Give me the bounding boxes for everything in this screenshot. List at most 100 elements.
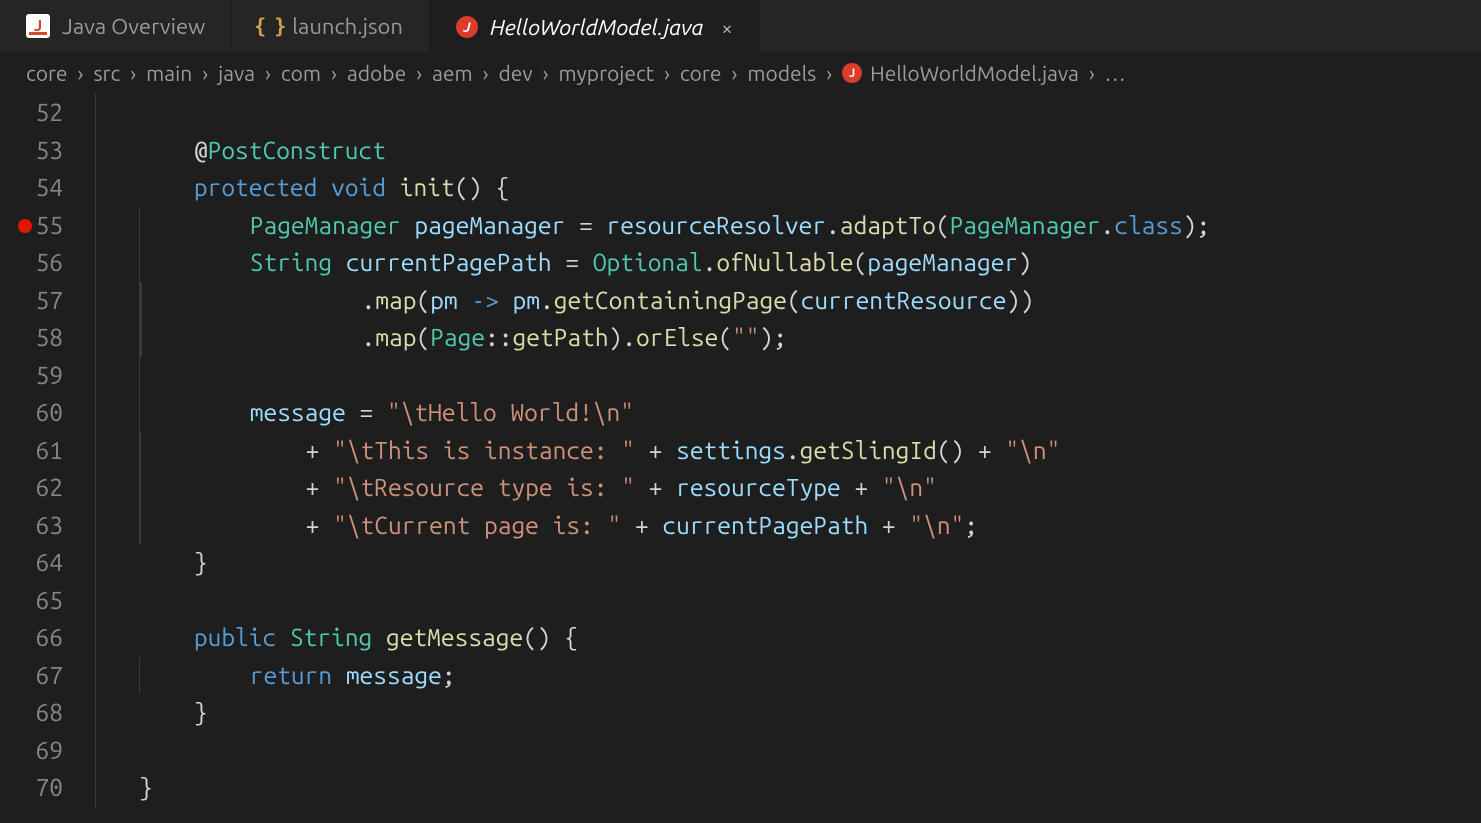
indent-guides (95, 207, 139, 245)
code-content[interactable]: .map(pm -> pm.getContainingPage(currentR… (139, 282, 1481, 320)
indent-guides (95, 94, 139, 132)
line-number[interactable]: 67 (0, 657, 95, 695)
code-content[interactable]: .map(Page::getPath).orElse(""); (139, 319, 1481, 357)
code-content[interactable]: protected void init() { (139, 169, 1481, 207)
tab-bar: J Java Overview{ }launch.json J HelloWorldM… (0, 0, 1481, 52)
code-content[interactable]: String currentPagePath = Optional.ofNull… (139, 244, 1481, 282)
code-line[interactable]: 53 @PostConstruct (0, 132, 1481, 170)
breadcrumb-segment[interactable]: core (26, 61, 68, 85)
code-content[interactable]: + "\tThis is instance: " + settings.getS… (139, 432, 1481, 470)
code-content[interactable] (139, 357, 1481, 395)
java-overview-icon: J (26, 14, 50, 38)
breadcrumb-segment[interactable]: src (93, 61, 120, 85)
code-content[interactable]: return message; (139, 657, 1481, 695)
breadcrumb-segment[interactable]: adobe (347, 61, 406, 85)
chevron-right-icon: › (124, 61, 142, 85)
code-content[interactable]: } (139, 544, 1481, 582)
indent-guides (95, 732, 139, 770)
breadcrumb-segment[interactable]: main (146, 61, 192, 85)
breadcrumb: core›src›main›java›com›adobe›aem›dev›myp… (0, 52, 1481, 94)
breakpoint-gutter[interactable]: 55 (0, 207, 95, 245)
breadcrumb-segment[interactable]: com (281, 61, 321, 85)
line-number[interactable]: 70 (0, 769, 95, 807)
tab-label: HelloWorldModel.java (490, 15, 703, 40)
code-content[interactable] (139, 94, 1481, 132)
code-line[interactable]: 68 } (0, 694, 1481, 732)
code-content[interactable]: message = "\tHello World!\n" (139, 394, 1481, 432)
code-content[interactable]: public String getMessage() { (139, 619, 1481, 657)
code-line[interactable]: 67 return message; (0, 657, 1481, 695)
indent-guides (95, 282, 139, 320)
line-number[interactable]: 58 (0, 319, 95, 357)
code-content[interactable]: @PostConstruct (139, 132, 1481, 170)
tab-label: Java Overview (62, 14, 205, 39)
code-line[interactable]: 66 public String getMessage() { (0, 619, 1481, 657)
code-line[interactable]: 54 protected void init() { (0, 169, 1481, 207)
code-line[interactable]: 65 (0, 582, 1481, 620)
breadcrumb-segment[interactable]: dev (499, 61, 533, 85)
indent-guides (95, 694, 139, 732)
code-line[interactable]: 64 } (0, 544, 1481, 582)
close-icon[interactable]: × (721, 16, 732, 39)
code-line[interactable]: 52 (0, 94, 1481, 132)
breadcrumb-segment[interactable]: java (218, 61, 255, 85)
line-number[interactable]: 57 (0, 282, 95, 320)
breadcrumb-segment[interactable]: models (747, 61, 816, 85)
chevron-right-icon: › (325, 61, 343, 85)
breadcrumb-segment[interactable]: core (680, 61, 722, 85)
tab-launch-json[interactable]: { }launch.json (232, 0, 430, 52)
breadcrumb-file[interactable]: JHelloWorldModel.java (842, 61, 1079, 85)
tab-java-overview[interactable]: J Java Overview (0, 0, 232, 52)
code-line[interactable]: 61 + "\tThis is instance: " + settings.g… (0, 432, 1481, 470)
tab-label: launch.json (292, 14, 403, 39)
code-line[interactable]: 58 .map(Page::getPath).orElse(""); (0, 319, 1481, 357)
indent-guides (95, 432, 139, 470)
chevron-right-icon: › (72, 61, 90, 85)
chevron-right-icon: › (725, 61, 743, 85)
chevron-right-icon: › (410, 61, 428, 85)
code-content[interactable]: } (139, 694, 1481, 732)
breadcrumb-more[interactable]: … (1105, 61, 1126, 85)
code-line[interactable]: 69 (0, 732, 1481, 770)
indent-guides (95, 507, 139, 545)
chevron-right-icon: › (537, 61, 555, 85)
line-number[interactable]: 66 (0, 619, 95, 657)
line-number[interactable]: 59 (0, 357, 95, 395)
indent-guides (95, 394, 139, 432)
line-number[interactable]: 64 (0, 544, 95, 582)
code-line[interactable]: 55 PageManager pageManager = resourceRes… (0, 207, 1481, 245)
line-number[interactable]: 53 (0, 132, 95, 170)
breadcrumb-segment[interactable]: aem (432, 61, 473, 85)
line-number[interactable]: 63 (0, 507, 95, 545)
line-number[interactable]: 61 (0, 432, 95, 470)
code-line[interactable]: 59 (0, 357, 1481, 395)
code-line[interactable]: 63 + "\tCurrent page is: " + currentPage… (0, 507, 1481, 545)
indent-guides (95, 619, 139, 657)
code-line[interactable]: 70} (0, 769, 1481, 807)
code-line[interactable]: 57 .map(pm -> pm.getContainingPage(curre… (0, 282, 1481, 320)
code-line[interactable]: 56 String currentPagePath = Optional.ofN… (0, 244, 1481, 282)
line-number[interactable]: 52 (0, 94, 95, 132)
code-content[interactable]: + "\tCurrent page is: " + currentPagePat… (139, 507, 1481, 545)
indent-guides (95, 319, 139, 357)
code-content[interactable]: + "\tResource type is: " + resourceType … (139, 469, 1481, 507)
tab-helloworldmodel-java[interactable]: JHelloWorldModel.java× (430, 0, 760, 52)
line-number[interactable]: 54 (0, 169, 95, 207)
line-number[interactable]: 56 (0, 244, 95, 282)
breadcrumb-segment[interactable]: myproject (559, 61, 654, 85)
line-number[interactable]: 68 (0, 694, 95, 732)
indent-guides (95, 169, 139, 207)
code-content[interactable]: PageManager pageManager = resourceResolv… (139, 207, 1481, 245)
line-number[interactable]: 60 (0, 394, 95, 432)
line-number[interactable]: 69 (0, 732, 95, 770)
line-number[interactable]: 65 (0, 582, 95, 620)
line-number[interactable]: 62 (0, 469, 95, 507)
code-line[interactable]: 60 message = "\tHello World!\n" (0, 394, 1481, 432)
code-content[interactable] (139, 732, 1481, 770)
indent-guides (95, 582, 139, 620)
code-content[interactable]: } (139, 769, 1481, 807)
chevron-right-icon: › (259, 61, 277, 85)
editor[interactable]: 5253 @PostConstruct54 protected void ini… (0, 94, 1481, 823)
code-content[interactable] (139, 582, 1481, 620)
code-line[interactable]: 62 + "\tResource type is: " + resourceTy… (0, 469, 1481, 507)
